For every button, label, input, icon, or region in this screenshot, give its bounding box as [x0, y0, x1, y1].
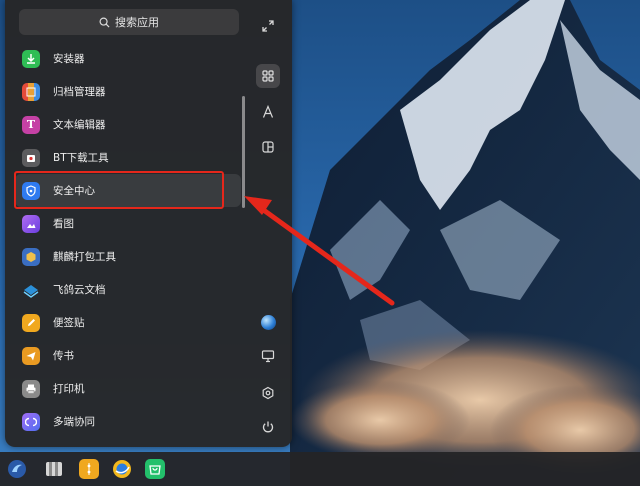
file-manager-button[interactable] — [44, 459, 64, 479]
kylin-packaging-icon — [22, 247, 40, 266]
app-label: 传书 — [53, 350, 74, 362]
app-item-image-viewer[interactable]: 看图 — [15, 207, 241, 240]
cloud-docs-icon — [22, 281, 40, 299]
app-label: 打印机 — [53, 383, 85, 395]
installer-icon — [22, 49, 40, 68]
expand-icon — [262, 20, 274, 32]
app-item-text-editor[interactable]: T 文本编辑器 — [15, 108, 241, 141]
archive-manager-icon — [22, 82, 40, 101]
app-label: 安装器 — [53, 53, 85, 65]
browser-icon — [113, 460, 131, 478]
app-label: 麒麟打包工具 — [53, 251, 116, 263]
search-box[interactable]: 搜索应用 — [19, 9, 239, 35]
letter-a-icon — [262, 105, 274, 118]
search-icon — [99, 17, 110, 28]
app-item-cloud-docs[interactable]: 飞鸽云文档 — [15, 273, 241, 306]
category-view-button[interactable] — [256, 64, 280, 88]
app-item-sticky-notes[interactable]: 便签贴 — [15, 306, 241, 339]
app-item-file-transfer[interactable]: 传书 — [15, 339, 241, 372]
app-label: 看图 — [53, 218, 74, 230]
image-viewer-icon — [22, 214, 40, 233]
computer-button[interactable] — [256, 344, 280, 368]
multi-device-icon — [22, 412, 40, 431]
user-avatar-button[interactable] — [256, 310, 280, 334]
expand-button[interactable] — [256, 14, 280, 38]
security-center-icon — [22, 181, 40, 200]
app-item-multi-device[interactable]: 多端协同 — [15, 405, 241, 438]
grid-view-icon — [262, 70, 274, 82]
app-store-button[interactable] — [145, 459, 165, 479]
app-label: 文本编辑器 — [53, 119, 106, 131]
power-button[interactable] — [256, 415, 280, 439]
settings-app-icon — [87, 463, 91, 475]
app-item-printer[interactable]: 打印机 — [15, 372, 241, 405]
app-item-archive-manager[interactable]: 归档管理器 — [15, 75, 241, 108]
settings-app-button[interactable] — [79, 459, 99, 479]
app-label: BT下载工具 — [53, 152, 109, 164]
app-label: 安全中心 — [53, 185, 95, 197]
user-avatar-icon — [260, 314, 276, 330]
start-menu: 搜索应用 安装器 归档管理器 T 文本编辑器 BT下载工具 安全中心 看图 麒麟… — [5, 0, 292, 447]
app-label: 多端协同 — [53, 416, 95, 428]
gear-icon — [262, 386, 274, 400]
app-label: 便签贴 — [53, 317, 85, 329]
bt-download-icon — [22, 148, 40, 167]
computer-icon — [261, 350, 275, 363]
app-label: 飞鸽云文档 — [53, 284, 106, 296]
app-list: 安装器 归档管理器 T 文本编辑器 BT下载工具 安全中心 看图 麒麟打包工具 … — [15, 42, 241, 438]
app-store-icon — [149, 465, 161, 475]
file-manager-icon — [46, 462, 62, 476]
function-sort-icon — [262, 141, 274, 153]
app-label: 归档管理器 — [53, 86, 106, 98]
app-item-bt-download[interactable]: BT下载工具 — [15, 141, 241, 174]
alphabetical-view-button[interactable] — [256, 100, 280, 124]
browser-button[interactable] — [112, 459, 132, 479]
app-list-scrollbar[interactable] — [242, 96, 245, 208]
app-item-kylin-packaging[interactable]: 麒麟打包工具 — [15, 240, 241, 273]
settings-button[interactable] — [256, 381, 280, 405]
kylin-start-button[interactable] — [7, 459, 27, 479]
text-editor-icon: T — [22, 115, 40, 134]
file-transfer-icon — [22, 346, 40, 365]
kylin-start-icon — [8, 460, 26, 478]
power-icon — [262, 421, 274, 433]
function-view-button[interactable] — [256, 135, 280, 159]
app-item-security-center[interactable]: 安全中心 — [15, 174, 241, 207]
printer-icon — [22, 379, 40, 398]
sticky-notes-icon — [22, 313, 40, 332]
taskbar — [0, 452, 640, 486]
app-item-installer[interactable]: 安装器 — [15, 42, 241, 75]
search-label: 搜索应用 — [115, 16, 159, 29]
